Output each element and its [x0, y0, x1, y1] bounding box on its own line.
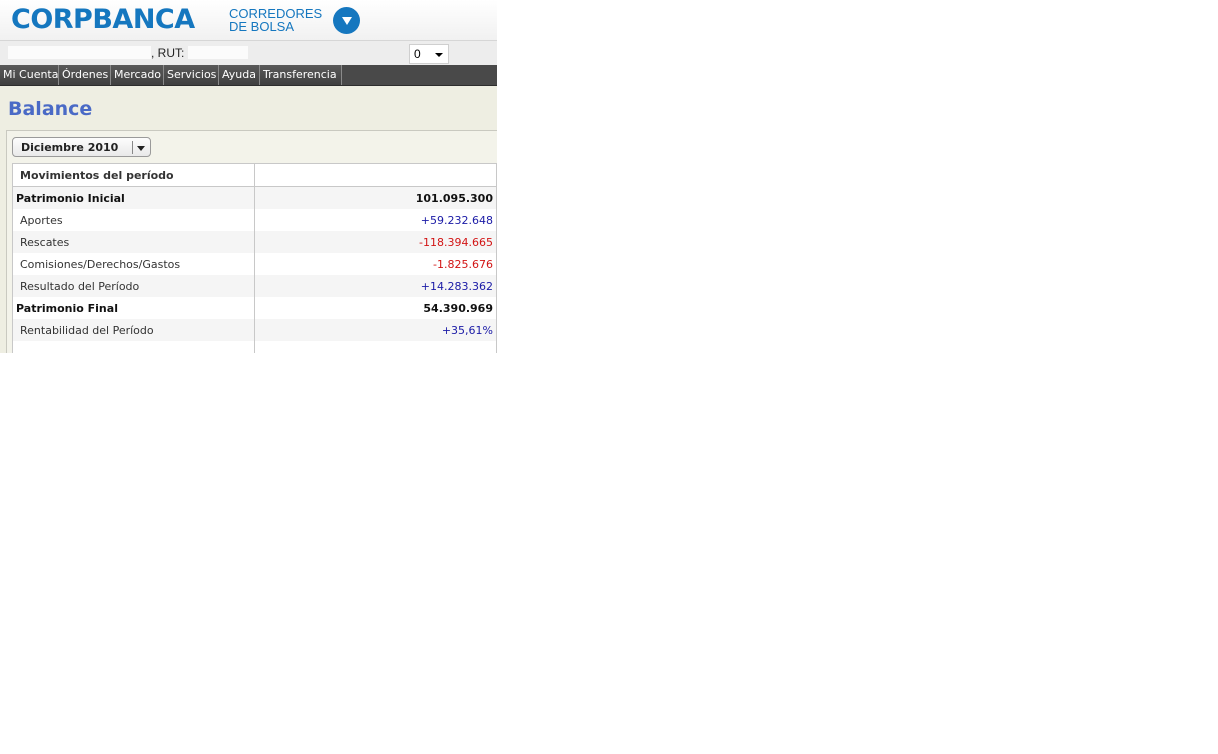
- nav-item-mercado[interactable]: Mercado: [111, 65, 164, 85]
- corpbanca-logo[interactable]: CORPBANCA: [11, 4, 195, 35]
- masked-rut-value: [188, 46, 248, 59]
- select-divider: [132, 141, 133, 154]
- column-header-values: [254, 163, 497, 187]
- row-label: Rescates: [12, 231, 255, 253]
- empty-cell: [255, 341, 497, 353]
- header-menu-button[interactable]: [333, 7, 360, 34]
- user-info-bar: , RUT: 0: [0, 41, 497, 65]
- row-label: Comisiones/Derechos/Gastos: [12, 253, 255, 275]
- row-value: -1.825.676: [433, 257, 493, 271]
- table-row: Patrimonio Final 54.390.969: [12, 297, 497, 319]
- period-select-value: Diciembre 2010: [21, 141, 119, 154]
- nav-item-ordenes[interactable]: Órdenes: [59, 65, 111, 85]
- header-bar: CORPBANCA CORREDORES DE BOLSA: [0, 0, 497, 41]
- table-row: Rentabilidad del Período +35,61%: [12, 319, 497, 341]
- table-row: Resultado del Período +14.283.362: [12, 275, 497, 297]
- main-nav: Mi Cuenta Órdenes Mercado Servicios Ayud…: [0, 65, 497, 86]
- period-select[interactable]: Diciembre 2010: [12, 137, 151, 157]
- row-label: Resultado del Período: [12, 275, 255, 297]
- table-header-row: Movimientos del período: [12, 163, 497, 187]
- table-row: Rescates -118.394.665: [12, 231, 497, 253]
- dropdown-arrow-icon: [435, 53, 443, 57]
- page-title: Balance: [8, 98, 93, 120]
- balance-panel: Diciembre 2010 Movimientos del período P…: [6, 130, 497, 353]
- balance-table: Movimientos del período Patrimonio Inici…: [12, 163, 497, 353]
- nav-item-ayuda[interactable]: Ayuda: [219, 65, 260, 85]
- row-label: Aportes: [12, 209, 255, 231]
- row-label: Rentabilidad del Período: [12, 319, 255, 341]
- logo-subtitle-line2: DE BOLSA: [229, 19, 295, 34]
- row-value: +14.283.362: [254, 275, 497, 297]
- masked-user-name: [8, 46, 151, 59]
- rut-label: , RUT:: [151, 46, 185, 60]
- column-header-movements: Movimientos del período: [12, 163, 255, 187]
- nav-item-mi-cuenta[interactable]: Mi Cuenta: [0, 65, 59, 85]
- empty-cell: [12, 341, 255, 353]
- row-value: -118.394.665: [254, 231, 497, 253]
- account-select-value: 0: [414, 47, 421, 61]
- row-value: +59.232.648: [420, 213, 493, 227]
- table-row: Aportes +59.232.648: [12, 209, 497, 231]
- row-value: 54.390.969: [423, 301, 493, 315]
- table-row-empty: [12, 341, 497, 353]
- table-row: Patrimonio Inicial 101.095.300: [12, 186, 497, 209]
- row-label: Patrimonio Inicial: [12, 186, 255, 209]
- row-label: Patrimonio Final: [12, 297, 255, 319]
- row-value: 101.095.300: [254, 186, 497, 209]
- app-window: CORPBANCA CORREDORES DE BOLSA , RUT: 0 M…: [0, 0, 497, 353]
- nav-item-transferencia[interactable]: Transferencia: [260, 65, 342, 85]
- row-value: +35,61%: [254, 319, 497, 341]
- table-row: Comisiones/Derechos/Gastos -1.825.676: [12, 253, 497, 275]
- dropdown-arrow-icon: [137, 146, 145, 151]
- nav-item-servicios[interactable]: Servicios: [164, 65, 219, 85]
- account-select[interactable]: 0: [409, 44, 449, 64]
- logo-subtitle: CORREDORES DE BOLSA: [229, 7, 322, 33]
- chevron-down-icon: [341, 16, 352, 25]
- content-area: Balance Diciembre 2010 Movimientos del p…: [0, 86, 497, 353]
